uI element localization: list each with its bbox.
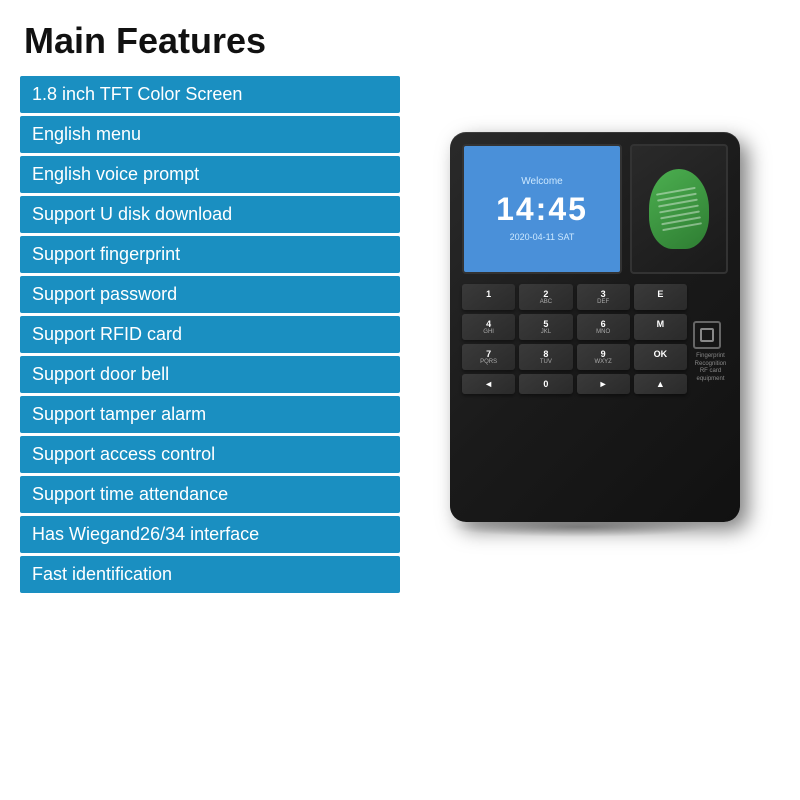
key-button[interactable]: 9WXYZ bbox=[577, 344, 630, 370]
fingerprint-device: Welcome 14:45 2020-04-11 SAT bbox=[450, 132, 740, 522]
key-button[interactable]: 7PQRS bbox=[462, 344, 515, 370]
key-button[interactable]: 8TUV bbox=[519, 344, 572, 370]
features-list: 1.8 inch TFT Color ScreenEnglish menuEng… bbox=[20, 76, 400, 593]
feature-item: 1.8 inch TFT Color Screen bbox=[20, 76, 400, 113]
key-button[interactable]: 2ABC bbox=[519, 284, 572, 310]
feature-item: Support fingerprint bbox=[20, 236, 400, 273]
key-button[interactable]: OK bbox=[634, 344, 687, 370]
feature-item: Support U disk download bbox=[20, 196, 400, 233]
key-button[interactable]: ▲ bbox=[634, 374, 687, 394]
fingerprint-scanner bbox=[630, 144, 728, 274]
key-button[interactable]: E bbox=[634, 284, 687, 310]
rfid-area: Fingerprint RecognitionRF card equipment bbox=[693, 284, 728, 394]
feature-item: Support time attendance bbox=[20, 476, 400, 513]
key-button[interactable]: 0 bbox=[519, 374, 572, 394]
device-screen: Welcome 14:45 2020-04-11 SAT bbox=[462, 144, 622, 274]
key-button[interactable]: ► bbox=[577, 374, 630, 394]
feature-item: Support password bbox=[20, 276, 400, 313]
feature-item: English voice prompt bbox=[20, 156, 400, 193]
feature-item: English menu bbox=[20, 116, 400, 153]
fingerprint-lines bbox=[656, 187, 702, 231]
page-container: Main Features 1.8 inch TFT Color ScreenE… bbox=[0, 0, 800, 800]
feature-item: Support access control bbox=[20, 436, 400, 473]
content-area: 1.8 inch TFT Color ScreenEnglish menuEng… bbox=[20, 76, 780, 593]
feature-item: Support door bell bbox=[20, 356, 400, 393]
fingerprint-green-area bbox=[649, 169, 709, 249]
device-label: Fingerprint RecognitionRF card equipment bbox=[693, 353, 728, 384]
device-top: Welcome 14:45 2020-04-11 SAT bbox=[462, 144, 728, 274]
page-title: Main Features bbox=[24, 20, 266, 62]
key-button[interactable]: 5JKL bbox=[519, 314, 572, 340]
screen-date: 2020-04-11 SAT bbox=[510, 232, 575, 242]
screen-welcome-text: Welcome bbox=[521, 176, 563, 187]
key-button[interactable]: 1 bbox=[462, 284, 515, 310]
feature-item: Has Wiegand26/34 interface bbox=[20, 516, 400, 553]
feature-item: Fast identification bbox=[20, 556, 400, 593]
rfid-inner bbox=[700, 328, 714, 342]
key-button[interactable]: 6MNO bbox=[577, 314, 630, 340]
key-button[interactable]: ◄ bbox=[462, 374, 515, 394]
key-button[interactable]: M bbox=[634, 314, 687, 340]
feature-item: Support tamper alarm bbox=[20, 396, 400, 433]
rfid-symbol bbox=[693, 321, 721, 349]
device-area: Welcome 14:45 2020-04-11 SAT bbox=[410, 76, 780, 593]
keypad: 12ABC3DEFE 4GHI5JKL6MNOM 7PQRS8TUV9WXYZOK ◄… bbox=[462, 284, 687, 394]
keypad-area: 12ABC3DEFE 4GHI5JKL6MNOM 7PQRS8TUV9WXYZOK ◄… bbox=[462, 284, 728, 394]
key-button[interactable]: 4GHI bbox=[462, 314, 515, 340]
screen-time: 14:45 bbox=[496, 191, 588, 228]
feature-item: Support RFID card bbox=[20, 316, 400, 353]
key-button[interactable]: 3DEF bbox=[577, 284, 630, 310]
